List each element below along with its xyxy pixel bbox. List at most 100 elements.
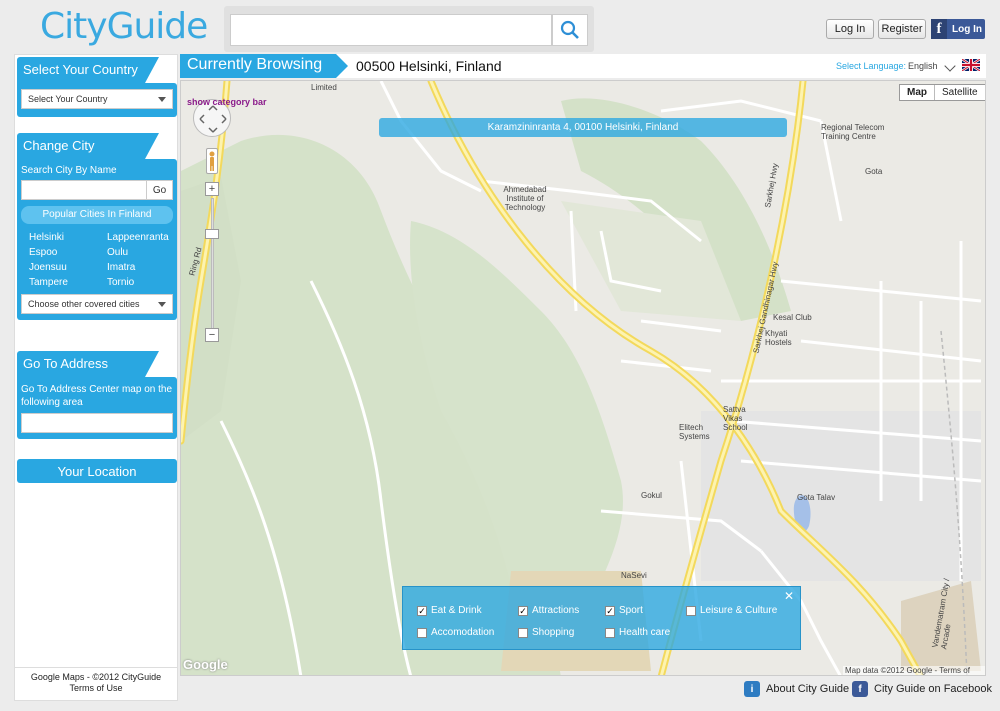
category-accomodation[interactable]: Accomodation <box>417 627 494 638</box>
facebook-link-label: City Guide on Facebook <box>874 683 993 695</box>
checkbox-accomodation[interactable] <box>417 627 427 638</box>
other-cities-value: Choose other covered cities <box>28 299 140 309</box>
city-link-joensuu[interactable]: Joensuu <box>29 262 107 273</box>
change-city-title: Change City <box>17 133 159 159</box>
zoom-slider-handle[interactable] <box>205 229 219 239</box>
checkbox-shopping[interactable] <box>518 627 528 638</box>
category-label: Attractions <box>532 605 580 616</box>
category-label: Leisure & Culture <box>700 605 778 616</box>
map-label-regional-telecom: Regional Telecom Training Centre <box>821 123 885 141</box>
map-label-khyati: Khyati Hostels <box>765 329 792 347</box>
category-shopping[interactable]: Shopping <box>518 627 574 638</box>
sidebar: Select Your Country Select Your Country … <box>14 54 178 701</box>
category-eat-drink[interactable]: ✓ Eat & Drink <box>417 605 482 616</box>
facebook-icon: f <box>852 681 868 697</box>
go-to-address-panel: Go To Address Go To Address Center map o… <box>17 351 177 439</box>
your-location-button[interactable]: Your Location <box>17 459 177 483</box>
map-label-ahmedabad: Ahmedabad Institute of Technology <box>503 185 547 212</box>
facebook-login-button[interactable]: f Log In <box>931 19 985 39</box>
category-label: Accomodation <box>431 627 495 638</box>
search-bar <box>224 6 594 52</box>
map-label-kesal-club: Kesal Club <box>773 313 812 322</box>
change-city-panel: Change City Search City By Name Go Popul… <box>17 133 177 320</box>
popular-cities-title: Popular Cities In Finland <box>21 206 173 224</box>
map-credit[interactable]: Map data ©2012 Google - Terms of Use <box>843 666 985 675</box>
country-select[interactable]: Select Your Country <box>21 89 173 109</box>
map-label-sattva: Sattva Vikas School <box>723 405 748 432</box>
street-view-pegman-icon[interactable] <box>206 148 218 174</box>
uk-flag-icon[interactable] <box>962 59 980 71</box>
chevron-down-icon[interactable] <box>944 60 956 72</box>
search-icon <box>560 20 579 39</box>
facebook-login-label: Log In <box>952 23 982 35</box>
zoom-out-button[interactable]: − <box>205 328 219 342</box>
city-link-helsinki[interactable]: Helsinki <box>29 232 107 243</box>
category-attractions[interactable]: ✓ Attractions <box>518 605 579 616</box>
checkbox-leisure-culture[interactable] <box>686 605 696 616</box>
google-logo[interactable]: Google <box>183 657 228 672</box>
about-city-guide-link[interactable]: i About City Guide <box>744 679 849 699</box>
zoom-in-button[interactable]: + <box>205 182 219 196</box>
map-type-control: Map Satellite <box>899 84 985 101</box>
logo-text-guide: Guide <box>106 6 209 47</box>
go-to-address-title: Go To Address <box>17 351 159 377</box>
zoom-slider-track[interactable] <box>211 198 214 332</box>
category-label: Eat & Drink <box>431 605 482 616</box>
city-link-espoo[interactable]: Espoo <box>29 247 107 258</box>
city-guide-facebook-link[interactable]: f City Guide on Facebook <box>852 679 992 699</box>
copyright-text: Google Maps - ©2012 CityGuide <box>30 672 162 682</box>
select-country-panel: Select Your Country Select Your Country <box>17 57 177 117</box>
show-category-bar-link[interactable]: show category bar <box>187 97 267 107</box>
checkbox-eat-drink[interactable]: ✓ <box>417 605 427 616</box>
country-select-value: Select Your Country <box>28 94 108 104</box>
city-link-tornio[interactable]: Tornio <box>107 277 185 288</box>
login-button[interactable]: Log In <box>826 19 874 39</box>
language-select[interactable]: English <box>908 61 938 71</box>
city-link-oulu[interactable]: Oulu <box>107 247 185 258</box>
language-label: Select Language: <box>836 61 907 71</box>
search-city-label: Search City By Name <box>21 165 117 176</box>
terms-link[interactable]: Terms of Use <box>15 683 177 694</box>
category-label: Shopping <box>532 627 575 638</box>
map-label-gokul: Gokul <box>641 491 662 500</box>
register-button[interactable]: Register <box>878 19 926 39</box>
address-input[interactable] <box>21 413 173 433</box>
facebook-icon: f <box>931 19 947 39</box>
checkbox-sport[interactable]: ✓ <box>605 605 615 616</box>
map-label-limited: Limited <box>311 83 337 92</box>
close-icon[interactable]: ✕ <box>784 589 794 603</box>
city-go-button[interactable]: Go <box>147 180 173 200</box>
search-button[interactable] <box>552 14 588 46</box>
category-label: Health care <box>619 627 671 638</box>
map-canvas[interactable]: Limited Regional Telecom Training Centre… <box>180 80 986 676</box>
address-description: Go To Address Center map on the followin… <box>21 384 173 408</box>
sidebar-footer: Google Maps - ©2012 CityGuide Terms of U… <box>15 667 177 694</box>
chevron-down-icon <box>158 97 166 102</box>
map-type-satellite-button[interactable]: Satellite <box>935 85 985 100</box>
city-search-input[interactable] <box>21 180 147 200</box>
category-sport[interactable]: ✓ Sport <box>605 605 643 616</box>
currently-browsing-title: Currently Browsing <box>180 54 348 78</box>
category-label: Sport <box>619 605 643 616</box>
city-link-tampere[interactable]: Tampere <box>29 277 107 288</box>
category-leisure-culture[interactable]: Leisure & Culture <box>686 605 777 616</box>
select-country-title: Select Your Country <box>17 57 159 83</box>
city-link-lappeenranta[interactable]: Lappeenranta <box>107 232 185 243</box>
checkbox-health-care[interactable] <box>605 627 615 638</box>
chevron-down-icon <box>158 302 166 307</box>
cityguide-logo[interactable]: CityGuide <box>40 6 209 47</box>
city-link-imatra[interactable]: Imatra <box>107 262 185 273</box>
map-label-gota: Gota <box>865 167 883 176</box>
logo-text-city: City <box>40 6 108 47</box>
map-type-map-button[interactable]: Map <box>900 85 935 100</box>
info-icon: i <box>744 681 760 697</box>
search-input[interactable] <box>230 14 552 46</box>
category-health-care[interactable]: Health care <box>605 627 670 638</box>
about-label: About City Guide <box>766 683 850 695</box>
category-panel: ✕ ✓ Eat & Drink ✓ Attractions ✓ Sport Leisu… <box>402 586 801 650</box>
other-cities-select[interactable]: Choose other covered cities <box>21 294 173 314</box>
checkbox-attractions[interactable]: ✓ <box>518 605 528 616</box>
address-banner: Karamzininranta 4, 00100 Helsinki, Finla… <box>379 118 787 137</box>
map-label-gota-talav: Gota Talav <box>797 493 836 502</box>
map-label-navsrushti: NaSevi <box>621 571 647 580</box>
